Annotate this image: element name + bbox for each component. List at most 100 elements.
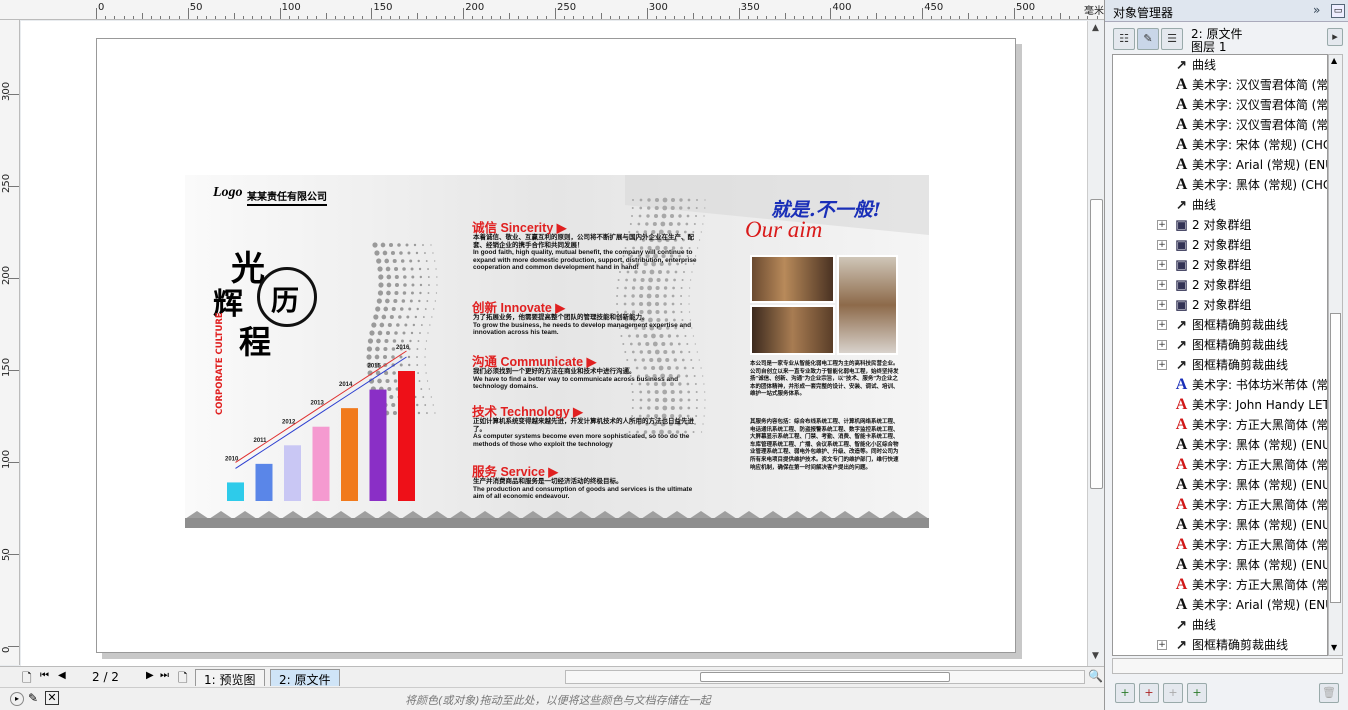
expand-toggle-icon[interactable]: + (1157, 360, 1167, 370)
decor-dot (373, 314, 379, 320)
canvas-horizontal-scrollbar[interactable] (565, 670, 1085, 684)
title-char-3: 历 (271, 284, 300, 317)
delete-icon[interactable]: 🗑 (1319, 683, 1339, 703)
ruler-minor-tick (426, 16, 428, 19)
tree-item[interactable]: + ▣ 2 对象群组 (1113, 255, 1327, 275)
palette-flyout-icon[interactable]: ▸ (10, 692, 24, 706)
tree-item[interactable]: + ↗ 图框精确剪裁曲线 (1113, 355, 1327, 375)
tree-scroll-up-icon[interactable]: ▲ (1331, 56, 1337, 65)
tree-item[interactable]: ↗ 曲线 (1113, 195, 1327, 215)
tree-item[interactable]: + ↗ 图框精确剪裁曲线 (1113, 635, 1327, 655)
growth-bar-chart: 2010201120122013201420152016 (225, 345, 415, 501)
tree-item[interactable]: + ▣ 2 对象群组 (1113, 295, 1327, 315)
decor-dot (695, 391, 698, 393)
artistic-text-icon: A (1175, 96, 1188, 113)
zoom-icon[interactable]: 🔍 (1088, 669, 1103, 683)
show-properties-icon[interactable]: ☷ (1113, 28, 1135, 50)
new-master-layer-icon[interactable]: + (1139, 683, 1159, 703)
tree-item[interactable]: + ↗ 图框精确剪裁曲线 (1113, 315, 1327, 335)
tree-item[interactable]: ↗ 曲线 (1113, 55, 1327, 75)
section-body: 我们必须找到一个更好的方法在商业和技术中进行沟通。 We have to find… (473, 368, 705, 391)
vertical-ruler[interactable]: 300 250 200 150 100 50 0 (0, 20, 20, 665)
tree-item[interactable]: A 美术字: 汉仪雪君体简 (常 (1113, 75, 1327, 95)
canvas-vertical-scrollbar[interactable]: ▲ ▼ (1087, 21, 1104, 666)
decor-dot (654, 389, 659, 395)
section-body-line: 生产并消费商品和服务是一切经济活动的终极目标。 (473, 478, 623, 485)
tree-item[interactable]: A 美术字: 方正大黑简体 (常 (1113, 495, 1327, 515)
eyedropper-icon[interactable]: ✎ (28, 691, 38, 705)
tree-item[interactable]: + ▣ 2 对象群组 (1113, 215, 1327, 235)
drawing-canvas[interactable]: Logo 某某责任有限公司 光 辉 历 程 CORPORATE CULTURE … (21, 21, 1087, 666)
tree-item[interactable]: + ▣ 2 对象群组 (1113, 235, 1327, 255)
new-master-layer-odd-icon[interactable]: + (1163, 683, 1183, 703)
tree-item[interactable]: ↗ 曲线 (1113, 615, 1327, 635)
object-tree-horizontal-scrollbar[interactable] (1112, 658, 1343, 674)
scroll-down-arrow-icon[interactable]: ▼ (1092, 651, 1099, 661)
tree-item[interactable]: A 美术字: 方正大黑简体 (常 (1113, 415, 1327, 435)
object-tree-scrollbar[interactable]: ▲ ▼ (1328, 54, 1343, 656)
expand-toggle-icon[interactable]: + (1157, 240, 1167, 250)
tree-item[interactable]: A 美术字: 方正大黑简体 (常 (1113, 455, 1327, 475)
decor-dot (413, 243, 417, 247)
tree-item[interactable]: A 美术字: Arial (常规) (ENU (1113, 155, 1327, 175)
panel-menu-arrow-icon[interactable]: ▸ (1327, 28, 1343, 46)
first-page-icon[interactable]: ⏮ (40, 670, 49, 681)
scroll-up-arrow-icon[interactable]: ▲ (1092, 23, 1099, 33)
collapse-panel-icon[interactable]: » (1313, 3, 1320, 17)
ruler-minor-tick (1059, 13, 1061, 19)
tree-item[interactable]: A 美术字: 黑体 (常规) (ENU (1113, 475, 1327, 495)
tree-item[interactable]: A 美术字: 汉仪雪君体简 (常 (1113, 115, 1327, 135)
tree-item[interactable]: + ▣ 2 对象群组 (1113, 275, 1327, 295)
ruler-minor-tick (747, 16, 749, 19)
decor-dot (410, 267, 414, 271)
expand-toggle-icon[interactable]: + (1157, 340, 1167, 350)
tree-scroll-thumb[interactable] (1330, 313, 1341, 603)
expand-toggle-icon[interactable]: + (1157, 320, 1167, 330)
new-layer-icon[interactable]: + (1115, 683, 1135, 703)
object-tree[interactable]: ↗ 曲线 A 美术字: 汉仪雪君体简 (常 A 美术字: 汉仪雪君体简 (常 A 美术字: 汉… (1112, 54, 1328, 656)
tree-scroll-down-icon[interactable]: ▼ (1331, 643, 1337, 652)
tree-item[interactable]: A 美术字: 黑体 (常规) (ENU (1113, 435, 1327, 455)
tree-item[interactable]: A 美术字: 黑体 (常规) (CHC (1113, 175, 1327, 195)
tree-item[interactable]: A 美术字: John Handy LET (1113, 395, 1327, 415)
layer-manager-view-icon[interactable]: ☰ (1161, 28, 1183, 50)
tab-preview[interactable]: 1: 预览图 (195, 669, 265, 687)
next-page-icon[interactable]: ▶ (146, 670, 154, 681)
tree-item[interactable]: A 美术字: Arial (常规) (ENU (1113, 595, 1327, 615)
expand-toggle-icon[interactable]: + (1157, 260, 1167, 270)
vertical-scroll-thumb[interactable] (1090, 199, 1103, 489)
tab-source-file[interactable]: 2: 原文件 (270, 669, 340, 687)
culture-wall-design[interactable]: Logo 某某责任有限公司 光 辉 历 程 CORPORATE CULTURE … (185, 175, 929, 528)
tree-item[interactable]: A 美术字: 方正大黑简体 (常 (1113, 575, 1327, 595)
ruler-minor-tick (160, 16, 162, 19)
tree-item[interactable]: + ↗ 图框精确剪裁曲线 (1113, 335, 1327, 355)
new-master-layer-even-icon[interactable]: + (1187, 683, 1207, 703)
tree-item[interactable]: A 美术字: 方正大黑简体 (常 (1113, 535, 1327, 555)
decor-dot (649, 357, 654, 363)
decor-dot (403, 275, 407, 279)
decor-dot (673, 358, 677, 362)
edit-across-layers-icon[interactable]: ✎ (1137, 28, 1159, 50)
ruler-tick (8, 186, 19, 187)
tree-item[interactable]: A 美术字: 黑体 (常规) (ENU (1113, 515, 1327, 535)
chart-bar (312, 426, 330, 501)
minimize-panel-icon[interactable]: ▭ (1331, 4, 1345, 18)
decor-dot (680, 287, 683, 289)
artistic-text-icon: A (1175, 416, 1188, 433)
expand-toggle-icon[interactable]: + (1157, 280, 1167, 290)
last-page-icon[interactable]: ⏭ (160, 670, 169, 681)
tree-item[interactable]: A 美术字: 汉仪雪君体简 (常 (1113, 95, 1327, 115)
decor-dot (383, 306, 389, 312)
tree-item[interactable]: A 美术字: 宋体 (常规) (CHC (1113, 135, 1327, 155)
no-color-swatch-icon[interactable]: ✕ (45, 691, 59, 705)
tree-item[interactable]: A 美术字: 书体坊米芾体 (常 (1113, 375, 1327, 395)
tree-item-label: 美术字: 黑体 (常规) (ENU (1192, 558, 1328, 572)
expand-toggle-icon[interactable]: + (1157, 640, 1167, 650)
previous-page-icon[interactable]: ◀ (58, 670, 66, 681)
expand-toggle-icon[interactable]: + (1157, 220, 1167, 230)
tree-item[interactable]: A 美术字: 黑体 (常规) (ENU (1113, 555, 1328, 575)
horizontal-scroll-thumb[interactable] (700, 672, 950, 682)
expand-toggle-icon[interactable]: + (1157, 300, 1167, 310)
decor-dot (653, 213, 659, 219)
horizontal-ruler[interactable]: 0 50 100 150 200 250 300 350 400 450 500 毫米 (0, 0, 1104, 20)
